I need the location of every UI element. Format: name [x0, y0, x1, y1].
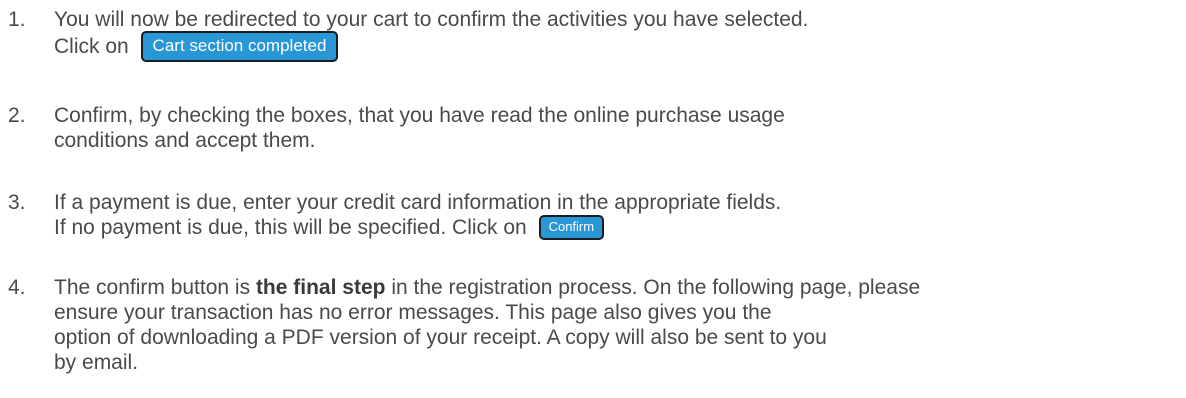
step-text: option of downloading a PDF version of y…	[54, 326, 827, 349]
step-text: ensure your transaction has no error mes…	[54, 301, 772, 324]
step-text-with-emphasis: The confirm button is the final step in …	[54, 275, 920, 300]
step-body: The confirm button is the final step in …	[54, 275, 920, 375]
step-number: 4.	[8, 276, 26, 299]
step-number: 1.	[8, 8, 26, 31]
step-text: If a payment is due, enter your credit c…	[54, 191, 782, 214]
step-body: Confirm, by checking the boxes, that you…	[54, 103, 785, 153]
step-action-line: Click on Cart section completed	[54, 31, 808, 62]
step-text: If no payment is due, this will be speci…	[54, 216, 527, 239]
step-number: 3.	[8, 191, 26, 214]
step-body: If a payment is due, enter your credit c…	[54, 190, 781, 240]
step-text: by email.	[54, 351, 139, 374]
step-text: Confirm, by checking the boxes, that you…	[54, 104, 785, 127]
step-text: You will now be redirected to your cart …	[54, 8, 809, 31]
final-step-emphasis: the final step	[255, 276, 386, 299]
step-text: Click on	[54, 35, 129, 59]
cart-section-completed-button[interactable]: Cart section completed	[140, 31, 339, 62]
step-number: 2.	[8, 104, 26, 127]
step-text: The confirm button is	[54, 276, 251, 299]
confirm-button[interactable]: Confirm	[538, 214, 605, 240]
step-text: conditions and accept them.	[54, 129, 316, 152]
step-action-line: If no payment is due, this will be speci…	[54, 214, 781, 240]
step-text: in the registration process. On the foll…	[391, 276, 921, 299]
step-body: You will now be redirected to your cart …	[54, 7, 808, 62]
